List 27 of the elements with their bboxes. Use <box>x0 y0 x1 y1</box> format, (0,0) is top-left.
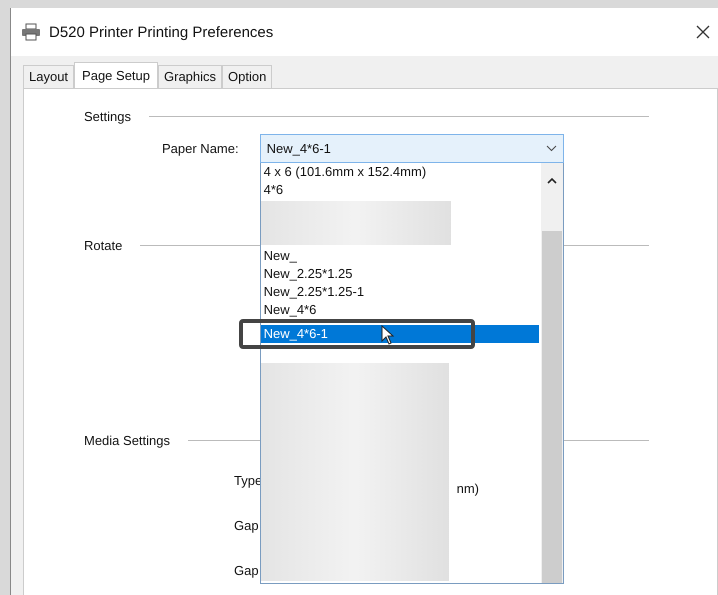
close-icon[interactable] <box>696 25 710 39</box>
scroll-up-icon[interactable] <box>546 177 557 184</box>
dropdown-item[interactable]: New_2.25*1.25-1 <box>260 282 539 301</box>
dropdown-item[interactable]: 4 x 6 (101.6mm x 152.4mm) <box>260 163 539 181</box>
list-text: nm) <box>456 481 479 497</box>
dropdown-item[interactable]: New_4*6 <box>260 300 539 319</box>
printer-icon <box>21 23 41 41</box>
chevron-down-icon <box>546 145 557 152</box>
section-heading: Rotate <box>84 238 122 253</box>
section-heading: Settings <box>84 109 131 124</box>
dropdown-item[interactable]: New_2.25*1.25 <box>260 264 539 283</box>
window-title: D520 Printer Printing Preferences <box>49 24 274 40</box>
scrollbar[interactable] <box>540 163 563 583</box>
dropdown-item[interactable]: New_ <box>260 246 539 265</box>
scroll-thumb[interactable] <box>542 231 562 583</box>
dropdown-item[interactable]: New_4*6-1 <box>260 324 539 343</box>
tab[interactable]: Page Setup <box>74 62 158 89</box>
field-label: Gap <box>234 518 259 533</box>
field-label: Gap <box>234 563 259 578</box>
dropdown-item[interactable]: 4*6 <box>260 181 539 199</box>
section-heading: Media Settings <box>84 433 170 448</box>
paper-name-dropdown[interactable]: New_4*6-1 <box>260 134 564 163</box>
tab[interactable]: Layout <box>23 65 74 88</box>
field-label: Paper Name: <box>162 141 239 156</box>
tab[interactable]: Option <box>222 65 272 88</box>
mouse-cursor-icon <box>380 324 395 345</box>
tab[interactable]: Graphics <box>158 65 222 88</box>
